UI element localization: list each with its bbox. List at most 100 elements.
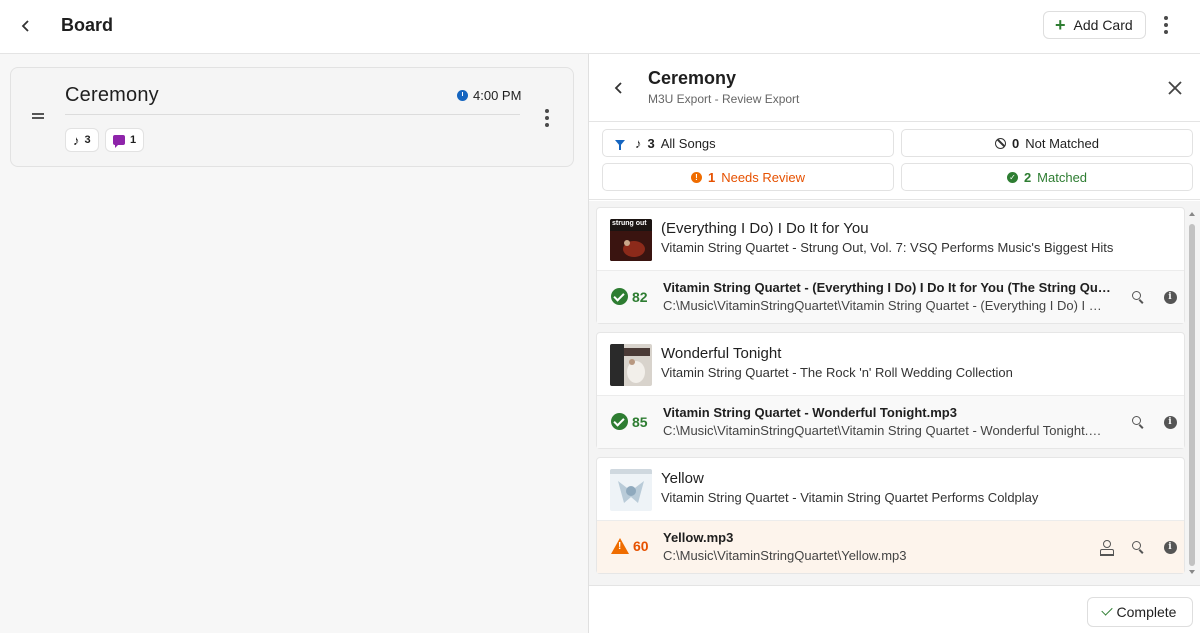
match-file-path: C:\Music\VitaminStringQuartet\Vitamin St… (663, 298, 1111, 313)
filter-matched-count: 2 (1023, 169, 1032, 185)
board-card[interactable]: Ceremony 4:00 PM ♪ 3 1 (10, 67, 574, 167)
info-button[interactable]: i (1162, 414, 1178, 430)
search-button[interactable] (1130, 289, 1146, 305)
search-button[interactable] (1130, 414, 1146, 430)
card-divider (65, 114, 520, 115)
check-circle-icon (611, 288, 628, 305)
check-icon (1100, 604, 1113, 616)
match-score: 85 (611, 413, 648, 430)
song-list: strung out (Everything I Do) I Do It for… (589, 201, 1200, 585)
page-title: Board (61, 15, 114, 35)
panel-back-button[interactable] (609, 78, 629, 98)
comments-count-chip[interactable]: 1 (105, 128, 145, 152)
warning-icon (611, 538, 629, 554)
filter-bar: ♪ 3 All Songs 0 Not Matched ! 1 Needs Re… (589, 122, 1200, 200)
filter-matched-label: Matched (1037, 169, 1088, 185)
match-score-value: 60 (633, 538, 649, 554)
match-file-title: Yellow.mp3 (663, 530, 734, 545)
alert-icon: ! (690, 171, 702, 183)
search-button[interactable] (1130, 539, 1146, 555)
search-icon (1132, 541, 1141, 550)
song-title: Wonderful Tonight (661, 345, 782, 362)
song-title: Yellow (661, 470, 704, 487)
complete-label: Complete (1116, 604, 1177, 620)
info-icon: i (1163, 415, 1177, 429)
card-time: 4:00 PM (457, 88, 521, 103)
match-file-path: C:\Music\VitaminStringQuartet\Yellow.mp3 (663, 548, 907, 563)
more-vertical-icon (545, 109, 549, 113)
match-file-title: Vitamin String Quartet - (Everything I D… (663, 280, 1111, 295)
info-icon: i (1163, 290, 1177, 304)
panel-footer: Complete (589, 585, 1200, 633)
person-icon (1100, 540, 1114, 556)
filter-needs-review-count: 1 (707, 169, 716, 185)
match-score: 60 (611, 538, 649, 554)
match-file-path: C:\Music\VitaminStringQuartet\Vitamin St… (663, 423, 1111, 438)
match-score-value: 85 (632, 413, 648, 430)
comments-icon (113, 135, 125, 148)
match-row[interactable]: 82 Vitamin String Quartet - (Everything … (597, 271, 1184, 323)
song-header: Yellow Vitamin String Quartet - Vitamin … (597, 458, 1184, 521)
back-button[interactable] (14, 14, 38, 38)
add-card-button[interactable]: + Add Card (1043, 11, 1146, 39)
info-button[interactable]: i (1162, 539, 1178, 555)
info-icon: i (1163, 540, 1177, 554)
card-more-button[interactable] (537, 106, 557, 130)
song-item: Wonderful Tonight Vitamin String Quartet… (596, 332, 1185, 449)
add-card-label: Add Card (1073, 17, 1133, 33)
more-options-button[interactable] (1156, 13, 1176, 37)
match-score: 82 (611, 288, 648, 305)
scroll-up-icon[interactable] (1189, 212, 1195, 216)
close-button[interactable] (1165, 78, 1185, 98)
manual-match-button[interactable] (1098, 539, 1114, 556)
chevron-left-icon (614, 82, 622, 94)
song-subtitle: Vitamin String Quartet - The Rock 'n' Ro… (661, 365, 1013, 380)
song-subtitle: Vitamin String Quartet - Strung Out, Vol… (661, 240, 1114, 255)
panel-title: Ceremony (648, 68, 737, 88)
filter-matched[interactable]: ✓ 2 Matched (901, 163, 1193, 191)
search-icon (1132, 291, 1141, 300)
filter-all-label: All Songs (660, 135, 716, 151)
songs-count: 3 (84, 134, 91, 146)
song-item: Yellow Vitamin String Quartet - Vitamin … (596, 457, 1185, 574)
top-bar: Board + Add Card (0, 0, 1200, 54)
panel-subtitle: M3U Export - Review Export (648, 92, 800, 106)
music-note-icon: ♪ (635, 135, 642, 151)
complete-button[interactable]: Complete (1087, 597, 1193, 627)
album-art (610, 469, 652, 511)
search-icon (1132, 416, 1141, 425)
match-row[interactable]: 60 Yellow.mp3 C:\Music\VitaminStringQuar… (597, 521, 1184, 573)
drag-handle-icon[interactable] (32, 113, 44, 119)
filter-needs-review-label: Needs Review (721, 169, 806, 185)
song-header: Wonderful Tonight Vitamin String Quartet… (597, 333, 1184, 396)
card-title: Ceremony (65, 84, 159, 106)
album-art-text: strung out (612, 220, 647, 227)
plus-icon: + (1055, 15, 1066, 35)
song-subtitle: Vitamin String Quartet - Vitamin String … (661, 490, 1039, 505)
scroll-down-icon[interactable] (1189, 570, 1195, 574)
card-time-label: 4:00 PM (473, 88, 522, 103)
match-score-value: 82 (632, 288, 648, 305)
song-title: (Everything I Do) I Do It for You (661, 220, 869, 237)
check-circle-icon: ✓ (1006, 171, 1018, 183)
filter-all-count: 3 (647, 135, 655, 151)
comments-count: 1 (130, 134, 137, 146)
filter-all-songs[interactable]: ♪ 3 All Songs (602, 129, 894, 157)
info-button[interactable]: i (1162, 289, 1178, 305)
filter-needs-review[interactable]: ! 1 Needs Review (602, 163, 894, 191)
panel-header: Ceremony M3U Export - Review Export (589, 54, 1200, 122)
album-art: strung out (610, 219, 652, 261)
review-export-panel: Ceremony M3U Export - Review Export ♪ 3 … (589, 54, 1200, 633)
songs-count-chip[interactable]: ♪ 3 (65, 128, 99, 152)
song-list-scrollbar[interactable] (1187, 204, 1197, 584)
match-row[interactable]: 85 Vitamin String Quartet - Wonderful To… (597, 396, 1184, 448)
song-item: strung out (Everything I Do) I Do It for… (596, 207, 1185, 324)
music-note-icon: ♪ (73, 132, 80, 148)
filter-not-matched-count: 0 (1012, 135, 1020, 151)
filter-not-matched[interactable]: 0 Not Matched (901, 129, 1193, 157)
more-vertical-icon (1164, 16, 1168, 20)
chevron-left-icon (21, 20, 29, 32)
check-circle-icon (611, 413, 628, 430)
scroll-thumb[interactable] (1189, 224, 1195, 566)
match-file-title: Vitamin String Quartet - Wonderful Tonig… (663, 405, 957, 420)
